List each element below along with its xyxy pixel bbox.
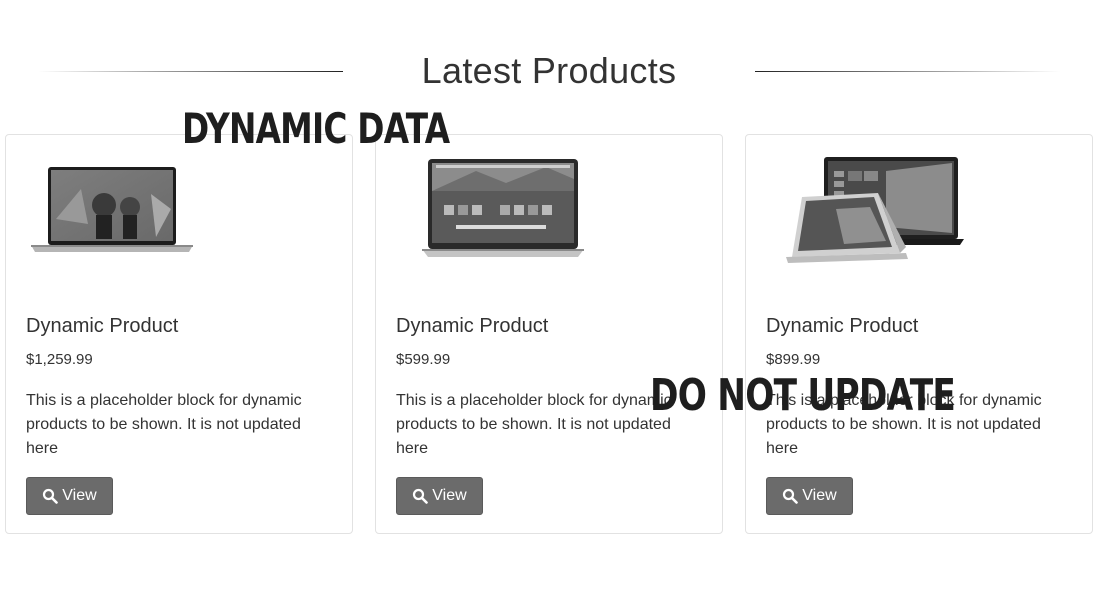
search-icon <box>43 488 59 504</box>
dynamic-data-stamp: DYNAMIC DATA <box>182 104 450 153</box>
search-icon <box>783 488 799 504</box>
page: Latest Products Dynamic Product $1,259.9… <box>0 0 1100 600</box>
section-header: Latest Products <box>0 48 1100 96</box>
product-price: $599.99 <box>396 351 451 368</box>
product-image <box>31 167 193 252</box>
header-divider-right <box>755 71 1060 72</box>
view-button[interactable]: View <box>766 477 853 515</box>
product-price: $899.99 <box>766 351 821 368</box>
section-title: Latest Products <box>421 50 677 91</box>
header-divider-left <box>38 71 343 72</box>
view-button-label: View <box>802 487 837 504</box>
search-icon <box>413 488 429 504</box>
product-card: Dynamic Product $899.99 This is a placeh… <box>745 134 1093 534</box>
product-title: Dynamic Product <box>26 315 179 337</box>
product-card: Dynamic Product $599.99 This is a placeh… <box>375 134 723 534</box>
product-title: Dynamic Product <box>766 315 919 337</box>
product-title: Dynamic Product <box>396 315 549 337</box>
product-card: Dynamic Product $1,259.99 This is a plac… <box>5 134 353 534</box>
view-button-label: View <box>62 487 97 504</box>
view-button-label: View <box>432 487 467 504</box>
product-image <box>422 159 584 257</box>
view-button[interactable]: View <box>396 477 483 515</box>
product-price: $1,259.99 <box>26 351 93 368</box>
product-description: This is a placeholder block for dynamic … <box>26 392 302 457</box>
do-not-update-stamp: DO NOT UPDATE <box>650 370 956 421</box>
view-button[interactable]: View <box>26 477 113 515</box>
product-image <box>786 157 964 263</box>
